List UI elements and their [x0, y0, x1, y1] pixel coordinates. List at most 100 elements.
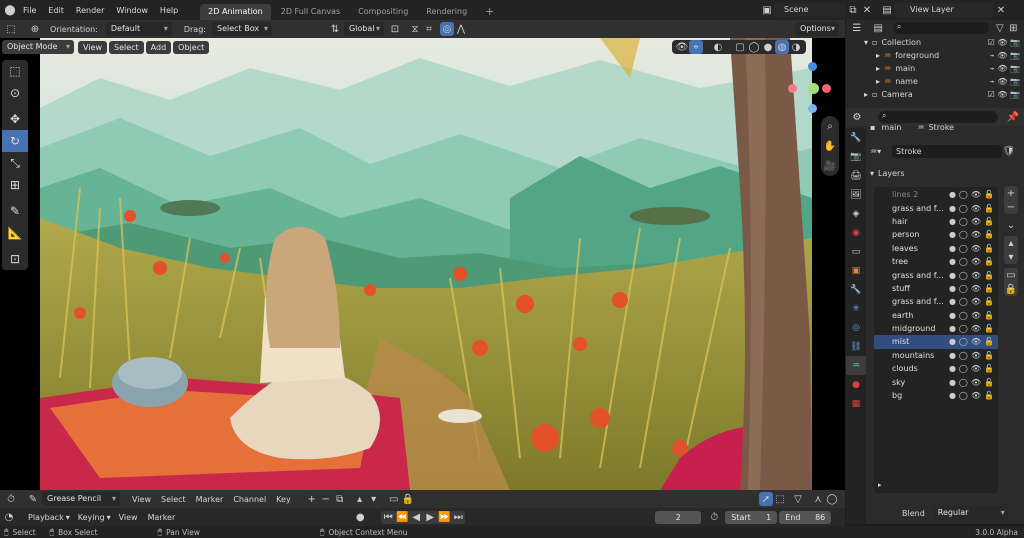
xray-icon[interactable]: ▢ [733, 40, 747, 54]
outliner-row-camera[interactable]: ▸ ▫ Camera ☑ 👁 📷 [846, 88, 1024, 101]
layer-row[interactable]: mist ● ◯ 👁 🔓 [874, 335, 998, 349]
visibility-icon[interactable]: 👁 [971, 391, 981, 400]
tool-tab-icon[interactable]: 🔧 [846, 128, 866, 147]
close-scene-icon[interactable]: ✕ [860, 3, 874, 17]
move-down-icon[interactable]: ▾ [367, 492, 381, 506]
onion-skin-icon[interactable]: ◯ [959, 311, 968, 320]
layer-toggle-icons[interactable]: ● ◯ 👁 🔓 [949, 257, 994, 266]
collection-tab-icon[interactable]: ▭ [846, 242, 866, 261]
only-selected-icon[interactable]: ➚ [759, 492, 773, 506]
menu-marker[interactable]: Marker [196, 495, 224, 504]
add-layer-icon[interactable]: + [1004, 186, 1018, 200]
visibility-icon[interactable]: 👁 [971, 190, 981, 199]
layer-toggle-icons[interactable]: ● ◯ 👁 🔓 [949, 244, 994, 253]
lock-icon[interactable]: 🔓 [984, 351, 994, 360]
outliner-row-main[interactable]: ▸ ♒ main ⌁ 👁 📷 [846, 62, 1024, 75]
layer-toggle-icons[interactable]: ● ◯ 👁 🔓 [949, 391, 994, 400]
play-icon[interactable]: ▶ [423, 510, 437, 524]
expand-icon[interactable]: ▾ [864, 36, 868, 49]
onion-skin-icon[interactable]: ◯ [959, 337, 968, 346]
mode-dropdown[interactable]: Object Mode [2, 40, 74, 54]
onion-skin-icon[interactable]: ◯ [959, 271, 968, 280]
layer-toggle-icons[interactable]: ● ◯ 👁 🔓 [949, 271, 994, 280]
physics-tab-icon[interactable]: ◎ [846, 318, 866, 337]
scene-tab-icon[interactable]: ◈ [846, 204, 866, 223]
layer-row[interactable]: earth ● ◯ 👁 🔓 [874, 309, 998, 322]
add-icon[interactable]: + [305, 492, 319, 506]
outliner-editor-icon[interactable]: ☰ [850, 21, 863, 35]
menu-edit[interactable]: Edit [48, 6, 64, 15]
menu-help[interactable]: Help [160, 6, 178, 15]
layer-toggle-icons[interactable]: ● ◯ 👁 🔓 [949, 217, 994, 226]
row-visibility-icons[interactable]: ☑ 👁 📷 [988, 88, 1020, 101]
outliner-row-name[interactable]: ▸ ♒ name ⌁ 👁 📷 [846, 75, 1024, 88]
lock-icon[interactable]: 🔓 [984, 244, 994, 253]
display-mode-icon[interactable]: ▤ [871, 21, 884, 35]
onion-skin-icon[interactable]: ◯ [959, 217, 968, 226]
use-lights-icon[interactable]: ● [949, 257, 956, 266]
layer-toggle-icons[interactable]: ● ◯ 👁 🔓 [949, 190, 994, 199]
lock-icon[interactable]: 🔓 [984, 311, 994, 320]
onion-skin-icon[interactable]: ◯ [959, 324, 968, 333]
onion-skin-icon[interactable]: ◯ [959, 364, 968, 373]
gizmo-z-axis[interactable] [808, 62, 817, 71]
layer-row[interactable]: tree ● ◯ 👁 🔓 [874, 255, 998, 268]
filter-icon[interactable]: ▽ [993, 21, 1006, 35]
layer-toggle-icons[interactable]: ● ◯ 👁 🔓 [949, 351, 994, 360]
select-box-tool-icon[interactable]: ⬚ [4, 22, 18, 36]
row-visibility-icons[interactable]: ⌁ 👁 📷 [990, 62, 1020, 75]
falloff-icon[interactable]: ⋀ [454, 22, 468, 36]
layer-row[interactable]: hair ● ◯ 👁 🔓 [874, 215, 998, 228]
visibility-icon[interactable]: 👁 [675, 40, 689, 54]
gizmo-neg-x-axis[interactable] [822, 84, 831, 93]
layer-row[interactable]: sky ● ◯ 👁 🔓 [874, 375, 998, 388]
visibility-icon[interactable]: 👁 [971, 244, 981, 253]
pivot-point-icon[interactable]: ⊡ [388, 22, 402, 36]
material-tab-icon[interactable]: ● [846, 375, 866, 394]
keying-menu[interactable]: Keying [78, 513, 105, 522]
display-icon[interactable]: ▭ [387, 492, 401, 506]
move-layer-down-icon[interactable]: ▾ [1004, 250, 1018, 264]
rotate-tool-icon[interactable]: ↻ [2, 130, 28, 152]
render-tab-icon[interactable]: 📷 [846, 147, 866, 166]
snap-icon[interactable]: ⧖ [408, 22, 422, 36]
data-name-field[interactable]: Stroke [892, 144, 1002, 158]
layer-row[interactable]: grass and f... ● ◯ 👁 🔓 [874, 201, 998, 214]
gizmo-y-axis[interactable] [808, 83, 819, 94]
layer-row[interactable]: stuff ● ◯ 👁 🔓 [874, 282, 998, 295]
onion-skin-icon[interactable]: ◯ [959, 351, 968, 360]
preview-range-icon[interactable]: ⏱ [707, 510, 721, 524]
tab-rendering[interactable]: Rendering [418, 4, 475, 20]
use-lights-icon[interactable]: ● [949, 244, 956, 253]
visibility-icon[interactable]: 👁 [971, 297, 981, 306]
onion-skin-icon[interactable]: ◯ [959, 190, 968, 199]
outliner-row-collection[interactable]: ▾ ▫ Collection ☑ 👁 📷 [846, 36, 1024, 49]
tab-2d-full-canvas[interactable]: 2D Full Canvas [273, 4, 348, 20]
zoom-icon[interactable]: ⌕ [821, 116, 839, 136]
current-frame-field[interactable]: 2 [655, 510, 702, 524]
dopesheet-mode-dropdown[interactable]: Grease Pencil [42, 492, 120, 506]
onion-skin-icon[interactable]: ◯ [959, 378, 968, 387]
viewport-canvas[interactable] [40, 38, 812, 490]
layer-toggle-icons[interactable]: ● ◯ 👁 🔓 [949, 324, 994, 333]
menu-key[interactable]: Key [276, 495, 291, 504]
shading-material-icon[interactable]: ◍ [775, 40, 789, 54]
add-workspace-icon[interactable]: + [477, 4, 502, 20]
scene-icon[interactable]: ▣ [760, 3, 774, 17]
onion-skin-icon[interactable]: ◯ [959, 284, 968, 293]
remove-layer-icon[interactable]: − [1004, 200, 1018, 214]
expand-icon[interactable]: ▸ [876, 75, 880, 88]
lock-icon[interactable]: 🔓 [984, 271, 994, 280]
onion-skin-icon[interactable]: ◯ [959, 297, 968, 306]
object-tab-icon[interactable]: ▣ [846, 261, 866, 280]
lock-icon[interactable]: 🔓 [984, 297, 994, 306]
menu-view[interactable]: View [78, 40, 107, 54]
add-object-tool-icon[interactable]: ⊡ [2, 248, 28, 270]
use-lights-icon[interactable]: ● [949, 204, 956, 213]
layer-row[interactable]: person ● ◯ 👁 🔓 [874, 228, 998, 241]
grease-pencil-mode-icon[interactable]: ✎ [26, 492, 40, 506]
world-tab-icon[interactable]: ◉ [846, 223, 866, 242]
visibility-icon[interactable]: 👁 [971, 351, 981, 360]
filter-icon[interactable]: ▽ [791, 492, 805, 506]
layer-row[interactable]: grass and f... ● ◯ 👁 🔓 [874, 268, 998, 281]
